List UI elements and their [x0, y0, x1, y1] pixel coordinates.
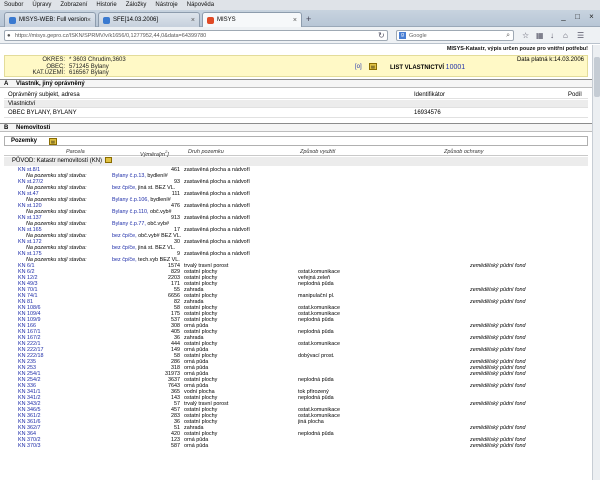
lock-icon: ● — [7, 33, 11, 39]
col-share: Podíl — [568, 92, 582, 98]
search-icon[interactable]: ⌕ — [506, 31, 510, 41]
ownership-kind-row: Vlastnictví — [4, 100, 588, 108]
favicon-icon — [207, 16, 214, 24]
owner-id: 16934576 — [414, 110, 441, 116]
section-title: Vlastník, jiný oprávněný — [16, 81, 85, 87]
close-icon[interactable]: × — [293, 17, 297, 24]
origin-text: PŮVOD: Katastr nemovitostí (KN) — [12, 158, 103, 164]
navigation-bar: ● https://misys.gepro.cz/ISKN/SPRMV/v/k1… — [0, 27, 600, 44]
tab-label: MISYS-WEB: Full version — [19, 17, 88, 23]
reload-icon[interactable]: ↻ — [378, 30, 385, 41]
menu-bar: Soubor Úpravy Zobrazení Historie Záložky Nást… — [0, 0, 600, 10]
reading-list-icon[interactable]: ▦ — [536, 30, 544, 41]
parcel-land-type: orná půda — [184, 443, 209, 449]
menu-item[interactable]: Nástroje — [155, 2, 177, 8]
tab-label: SFE[14.03.2006] — [113, 17, 159, 23]
col-subject: Oprávněný subjekt, adresa — [8, 92, 80, 98]
address-bar[interactable]: ● https://misys.gepro.cz/ISKN/SPRMV/v/k1… — [4, 30, 388, 41]
col-parcel: Parcela — [66, 149, 85, 155]
tab-misys-web-full[interactable]: MISYS-WEB: Full version × — [4, 12, 96, 27]
col-protection: Způsob ochrany — [444, 149, 484, 155]
menu-item[interactable]: Zobrazení — [60, 2, 87, 8]
close-icon[interactable]: × — [87, 17, 91, 24]
close-window-button[interactable]: × — [585, 12, 598, 22]
menu-item[interactable]: Nápověda — [187, 2, 214, 8]
print-icon[interactable]: ▤ — [49, 138, 57, 145]
parcel-row: KN 370/3 587 orná půda zemědělský půdní fon… — [4, 443, 588, 449]
okres-value: * 3603 Chrudim,3603 — [69, 57, 126, 63]
download-icon[interactable]: ↓ — [550, 30, 554, 41]
section-a-header: A Vlastník, jiný oprávněný — [0, 79, 592, 88]
url-text: https://misys.gepro.cz/ISKN/SPRMV/v/k165… — [15, 33, 207, 39]
tab-misys[interactable]: MISYS × — [202, 12, 302, 27]
tab-sfe[interactable]: SFE[14.03.2006] × — [98, 12, 200, 27]
valid-date: Data platná k:14.03.2006 — [516, 57, 584, 63]
lv-title: LIST VLASTNICTVÍ 10001 — [390, 64, 465, 71]
katuzemi-label: KAT.ÚZEMÍ: — [32, 70, 65, 76]
ownership-kind: Vlastnictví — [8, 101, 36, 107]
col-land-type: Druh pozemku — [188, 149, 224, 155]
header-values: * 3603 Chrudim,3603 571245 Bylany 616567… — [69, 57, 126, 77]
tab-strip: MISYS-WEB: Full version × SFE[14.03.2006… — [0, 10, 600, 27]
menu-item[interactable]: Historie — [96, 2, 116, 8]
google-icon: g — [399, 32, 406, 39]
lv-header: OKRES: OBEC: KAT.ÚZEMÍ: * 3603 Chrudim,3… — [4, 55, 588, 77]
page-content: MISYS-Katastr, výpis určen pouze pro vni… — [0, 45, 592, 480]
owner-columns-row: Oprávněný subjekt, adresa Identifikátor … — [4, 91, 588, 99]
home-icon[interactable]: ⌂ — [563, 30, 568, 41]
star-icon[interactable]: ☆ — [522, 30, 529, 41]
parcel-id-link[interactable]: KN 370/3 — [18, 443, 40, 449]
owner-row: OBEC BYLANY, BYLANY 16934576 — [4, 109, 588, 118]
parcel-protection: zemědělský půdní fond — [470, 443, 526, 449]
owner-name: OBEC BYLANY, BYLANY — [8, 110, 77, 116]
pozemky-subsection: Pozemky ▤ — [4, 136, 588, 146]
parcel-area: 587 — [171, 443, 180, 449]
section-letter: A — [4, 81, 9, 87]
col-usage: Způsob využití — [300, 149, 336, 155]
favicon-icon — [103, 16, 110, 24]
maximize-button[interactable]: □ — [571, 12, 584, 22]
section-letter: B — [4, 125, 9, 131]
menu-item[interactable]: Záložky — [126, 2, 147, 8]
section-title: Nemovitosti — [16, 125, 51, 131]
scrollbar-thumb[interactable] — [594, 57, 600, 97]
search-input[interactable]: g Google ⌕ — [396, 30, 514, 41]
menu-icon[interactable]: ☰ — [577, 30, 584, 41]
katuzemi-value: 616567 Bylany — [69, 70, 109, 76]
original-link[interactable]: [o] — [355, 64, 362, 70]
parcel-columns-header: Parcela Výměra[m2] Druh pozemku Způsob v… — [4, 148, 588, 158]
print-icon[interactable] — [105, 157, 113, 164]
lv-number[interactable]: 10001 — [446, 64, 465, 71]
menu-item[interactable]: Soubor — [4, 2, 23, 8]
col-identifier: Identifikátor — [414, 92, 446, 98]
header-labels: OKRES: OBEC: KAT.ÚZEMÍ: — [5, 57, 65, 77]
subsection-title: Pozemky — [11, 138, 38, 144]
print-icon[interactable]: ▤ — [369, 63, 377, 70]
section-b-header: B Nemovitosti — [0, 123, 592, 132]
search-placeholder: Google — [409, 33, 427, 39]
new-tab-button[interactable]: + — [306, 14, 311, 24]
origin-row: PŮVOD: Katastr nemovitostí (KN) — [4, 157, 588, 166]
minimize-button[interactable]: _ — [557, 12, 570, 22]
favicon-icon — [9, 16, 16, 24]
vertical-scrollbar[interactable] — [592, 45, 600, 480]
close-icon[interactable]: × — [191, 17, 195, 24]
page-notice: MISYS-Katastr, výpis určen pouze pro vni… — [446, 46, 588, 52]
lv-title-text: LIST VLASTNICTVÍ — [390, 65, 444, 71]
menu-item[interactable]: Úpravy — [32, 2, 51, 8]
tab-label: MISYS — [217, 17, 236, 23]
